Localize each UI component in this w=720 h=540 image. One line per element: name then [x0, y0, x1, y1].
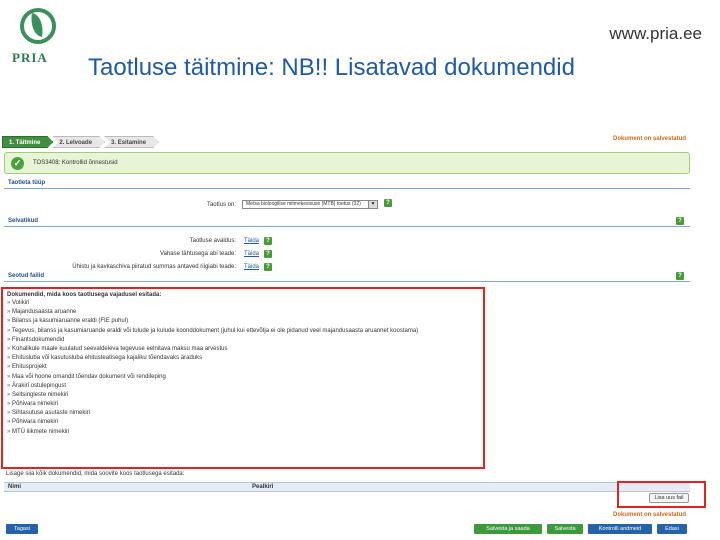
- list-item: Ärakiri ostulepingust: [7, 382, 479, 391]
- files-table-header: Nimi Pealkiri: [4, 482, 690, 492]
- step-submit[interactable]: 3. Esitamine: [104, 136, 159, 148]
- notice-text: TOS3408: Kontrollid õnnestusid: [33, 160, 118, 166]
- help-icon[interactable]: ?: [264, 250, 272, 258]
- wizard-steps: 1. Täitmine 2. Lelvoade 3. Esitamine: [2, 136, 158, 148]
- attachment-label: Taotluse avaldus:: [189, 238, 236, 244]
- chevron-down-icon[interactable]: ▼: [368, 201, 377, 208]
- save-button[interactable]: Salvesta: [547, 524, 583, 534]
- list-item: Tegevus, bilanss ja kasumiaruande eraldi…: [7, 327, 479, 336]
- fill-link[interactable]: Täida: [244, 251, 259, 257]
- save-and-send-button[interactable]: Salvesta ja saada: [474, 524, 542, 534]
- list-item: Sihtasutuse asutaste nimekiri: [7, 409, 479, 418]
- success-notice: ✓ TOS3408: Kontrollid õnnestusid: [4, 152, 690, 174]
- back-button[interactable]: Tagasi: [6, 524, 38, 534]
- attachment-label: Ühistu ja kavkaschiva piiratud summas an…: [72, 264, 236, 270]
- list-item: Finantsdokumendid: [7, 336, 479, 345]
- logo-text: PRIA: [12, 50, 48, 65]
- fill-link[interactable]: Täida: [244, 238, 259, 244]
- list-item: Bilanss ja kasumiaruanne eraldi (FIE puh…: [7, 317, 479, 326]
- site-url: www.pria.ee: [609, 24, 702, 43]
- help-icon[interactable]: ?: [264, 263, 272, 271]
- pria-logo: PRIA: [8, 6, 64, 70]
- help-icon[interactable]: ?: [384, 199, 392, 207]
- list-item: Põhivara nimekiri: [7, 400, 479, 409]
- step-attachments[interactable]: 2. Lelvoade: [52, 136, 105, 148]
- doclist-title: Dokumendid, mida koos taotlusega vajadus…: [7, 292, 162, 298]
- step-fill[interactable]: 1. Täitmine: [2, 136, 53, 148]
- list-item: Ehitusluba või kasutusluba ehitusteatise…: [7, 354, 479, 363]
- list-item: Põhivara nimekiri: [7, 418, 479, 427]
- column-header-title: Pealkiri: [252, 484, 274, 490]
- document-status-bottom: Dokument on salvestatud: [612, 512, 686, 518]
- next-button[interactable]: Edasi: [657, 524, 687, 534]
- list-item: Volikiri: [7, 299, 479, 308]
- checkmark-icon: ✓: [11, 157, 24, 170]
- section-title: Selvatikud: [8, 218, 39, 224]
- list-item: Seltsingleste nimekiri: [7, 391, 479, 400]
- required-documents-list: Dokumendid, mida koos taotlusega vajadus…: [1, 287, 485, 469]
- list-item: Majandusaasta aruanne: [7, 308, 479, 317]
- list-item: Kohalikule maale kuulatud seevaldeleva t…: [7, 345, 479, 354]
- section-related-files: Seotud failid ?: [4, 271, 690, 282]
- attachment-label: Vahase tähtusega abi teade:: [160, 251, 236, 257]
- section-attachments: Selvatikud ?: [4, 216, 690, 227]
- fill-link[interactable]: Täida: [244, 264, 259, 270]
- application-type-select[interactable]: Metsa bioloogilise mitmekesisuse (MTB) t…: [242, 200, 378, 209]
- slide-title: Taotluse täitmine: NB!! Lisatavad dokume…: [88, 54, 575, 81]
- section-application-type: Taotleta tüüp: [4, 178, 690, 189]
- document-status: Dokument on salvestatud: [612, 136, 686, 142]
- list-item: Maa või hoone omandit tõendav dokument v…: [7, 373, 479, 382]
- check-data-button[interactable]: Kontrolli andmeid: [588, 524, 652, 534]
- list-item: Ehitusprojekt: [7, 363, 479, 372]
- section-title: Seotud failid: [8, 273, 44, 279]
- application-screenshot: 1. Täitmine 2. Lelvoade 3. Esitamine Dok…: [1, 132, 706, 536]
- upload-note: Lisage siia kõik dokumendid, mida soovit…: [6, 471, 185, 477]
- help-icon[interactable]: ?: [676, 217, 684, 225]
- add-file-button[interactable]: Lisa uus fail: [649, 493, 689, 503]
- column-header-name: Nimi: [8, 484, 22, 490]
- section-title: Taotleta tüüp: [8, 180, 46, 186]
- upload-highlight: Lisa uus fail: [617, 481, 706, 508]
- help-icon[interactable]: ?: [676, 272, 684, 280]
- select-value: Metsa bioloogilise mitmekesisuse (MTB) t…: [246, 201, 361, 207]
- help-icon[interactable]: ?: [264, 237, 272, 245]
- list-item: MTÜ liikmete nimekiri: [7, 428, 479, 437]
- type-label: Taotlus on:: [206, 202, 236, 208]
